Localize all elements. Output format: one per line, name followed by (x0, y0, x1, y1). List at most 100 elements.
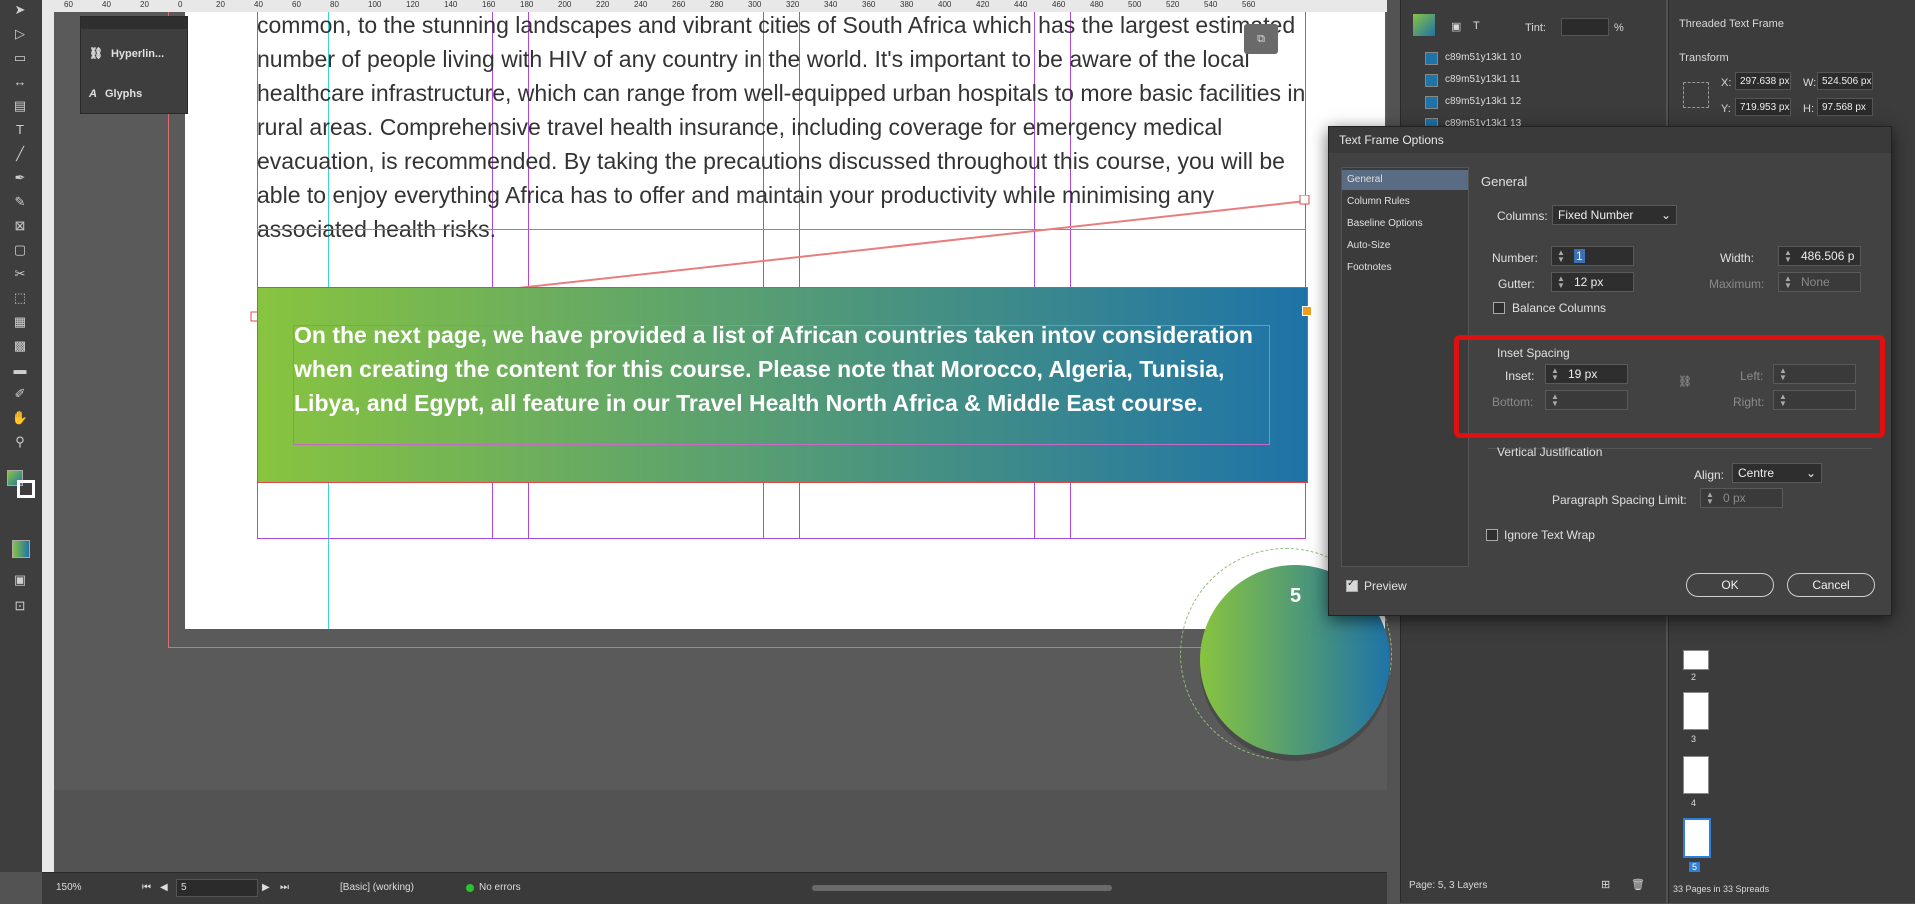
page-thumb-4[interactable] (1683, 756, 1709, 794)
width-field[interactable]: ▲ ▼ 486.506 p (1778, 246, 1861, 266)
eyedropper-icon[interactable]: ✐ (8, 384, 32, 404)
page-tool-icon[interactable]: ▭ (8, 48, 32, 68)
type-tool-icon[interactable]: T (8, 120, 32, 140)
balance-columns-checkbox[interactable] (1493, 302, 1505, 314)
page-thumb-3[interactable] (1683, 692, 1709, 730)
w-field[interactable]: 524.506 px (1817, 72, 1873, 90)
swatch-item[interactable]: c89m51y13k1 11 (1421, 70, 1661, 90)
next-page-icon[interactable]: ▶ (262, 882, 270, 893)
x-label: X: (1721, 77, 1732, 89)
align-select[interactable]: Centre ⌄ (1732, 463, 1822, 483)
pages-count: 33 Pages in 33 Spreads (1673, 884, 1770, 894)
ignore-text-wrap-checkbox[interactable] (1486, 529, 1498, 541)
vertical-justification-title: Vertical Justification (1497, 445, 1603, 459)
container-icon[interactable]: ▣ (1451, 20, 1461, 33)
dialog-nav: General Column Rules Baseline Options Au… (1341, 167, 1469, 567)
ok-button[interactable]: OK (1686, 573, 1774, 597)
zoom-tool-icon[interactable]: ⚲ (8, 432, 32, 452)
pen-tool-icon[interactable]: ✒ (8, 168, 32, 188)
properties-title: Threaded Text Frame (1679, 18, 1784, 30)
rectangle-frame-icon[interactable]: ⊠ (8, 216, 32, 236)
glyphs-panel-tab[interactable]: A Glyphs (89, 79, 183, 109)
reference-point-icon[interactable] (1683, 82, 1709, 108)
panel-header[interactable] (81, 17, 187, 29)
ignore-text-wrap-label: Ignore Text Wrap (1504, 528, 1595, 542)
page-field[interactable]: 5 (176, 879, 258, 897)
page-thumb-5[interactable] (1683, 818, 1711, 858)
page-label: 2 (1691, 672, 1697, 682)
nav-column-rules[interactable]: Column Rules (1342, 192, 1468, 212)
layers-status: Page: 5, 3 Layers (1409, 880, 1488, 891)
text-icon[interactable]: T (1473, 20, 1480, 32)
tint-field[interactable] (1561, 18, 1609, 36)
screen-mode-icon[interactable]: ▣ (8, 570, 32, 590)
style-source[interactable]: [Basic] (working) (340, 882, 414, 893)
direct-selection-icon[interactable]: ▷ (8, 24, 32, 44)
h-field[interactable]: 97.568 px (1817, 98, 1873, 116)
section-title: General (1481, 174, 1528, 189)
horizontal-scrollbar[interactable] (812, 885, 1112, 891)
preview-checkbox[interactable]: ✓ (1346, 578, 1358, 592)
first-page-icon[interactable]: ⏮ (142, 882, 151, 893)
scissors-tool-icon[interactable]: ✂ (8, 264, 32, 284)
zoom-level[interactable]: 150% (56, 882, 82, 893)
nav-general[interactable]: General (1342, 170, 1468, 190)
gap-tool-icon[interactable]: ↔ (8, 72, 32, 92)
columns-select[interactable]: Fixed Number ⌄ (1552, 205, 1677, 225)
note-tool-icon[interactable]: ▬ (8, 360, 32, 380)
check-icon: ✓ (1347, 578, 1356, 589)
prev-page-icon[interactable]: ◀ (160, 882, 168, 893)
swatch-color (1425, 52, 1438, 65)
x-field[interactable]: 297.638 px (1735, 72, 1791, 90)
gradient-swatch-icon[interactable]: ▦ (8, 312, 32, 332)
hyperlinks-label: Hyperlin... (110, 48, 165, 60)
page-label: 5 (1689, 862, 1701, 872)
pencil-tool-icon[interactable]: ✎ (8, 192, 32, 212)
glyph-icon: A (89, 88, 97, 100)
page-thumb-2[interactable] (1683, 650, 1709, 670)
content-grabber-icon[interactable]: ⧉ (1244, 24, 1278, 54)
free-transform-icon[interactable]: ⬚ (8, 288, 32, 308)
preflight-status[interactable]: No errors (479, 882, 521, 893)
apply-gradient-icon[interactable] (12, 540, 30, 558)
nav-auto-size[interactable]: Auto-Size (1342, 236, 1468, 256)
number-field[interactable]: ▲ ▼ 1 (1551, 246, 1634, 266)
fill-stroke-proxy[interactable] (1413, 14, 1435, 36)
nav-baseline-options[interactable]: Baseline Options (1342, 214, 1468, 234)
dialog-title[interactable]: Text Frame Options (1329, 127, 1891, 153)
new-layer-icon[interactable]: ⊞ (1601, 878, 1610, 891)
hand-tool-icon[interactable]: ✋ (8, 408, 32, 428)
swatch-item[interactable]: c89m51y13k1 10 (1421, 48, 1661, 68)
out-port-handle[interactable] (1302, 306, 1312, 316)
maximum-field: ▲ ▼ None (1778, 272, 1861, 292)
ruler-tick-label: 20 (140, 0, 149, 9)
stepper-icon[interactable]: ▲ ▼ (1704, 491, 1716, 506)
delete-layer-icon[interactable]: 🗑 (1631, 878, 1645, 891)
preview-label: Preview (1364, 579, 1407, 593)
cancel-button[interactable]: Cancel (1787, 573, 1875, 597)
stepper-icon[interactable]: ▲ ▼ (1782, 249, 1794, 264)
stepper-icon[interactable]: ▲ ▼ (1555, 249, 1567, 264)
view-mode-icon[interactable]: ⊡ (8, 596, 32, 616)
line-tool-icon[interactable]: ╱ (8, 144, 32, 164)
selection-tool-icon[interactable]: ➤ (8, 0, 32, 20)
number-label: Number: (1492, 251, 1539, 265)
columns-label: Columns: (1497, 209, 1548, 223)
rectangle-tool-icon[interactable]: ▢ (8, 240, 32, 260)
gutter-field[interactable]: ▲ ▼ 12 px (1551, 272, 1634, 292)
content-collector-icon[interactable]: ▤ (8, 96, 32, 116)
gradient-feather-icon[interactable]: ▩ (8, 336, 32, 356)
banner-text[interactable]: On the next page, we have provided a lis… (294, 318, 1254, 420)
paragraph-spacing-limit-field[interactable]: ▲ ▼ 0 px (1700, 488, 1783, 508)
width-label: Width: (1720, 251, 1755, 265)
stroke-swatch[interactable] (17, 480, 35, 498)
stepper-icon[interactable]: ▲ ▼ (1555, 275, 1567, 290)
swatch-item[interactable]: c89m51y13k1 12 (1421, 92, 1661, 112)
last-page-icon[interactable]: ⏭ (280, 882, 289, 893)
nav-footnotes[interactable]: Footnotes (1342, 258, 1468, 278)
swatch-color (1425, 74, 1438, 87)
hyperlinks-panel-tab[interactable]: ⛓ Hyperlin... (89, 39, 183, 69)
y-field[interactable]: 719.953 px (1735, 98, 1791, 116)
collapsed-panel-dock: ⛓ Hyperlin... A Glyphs (80, 16, 188, 114)
page-label: 4 (1691, 798, 1697, 808)
